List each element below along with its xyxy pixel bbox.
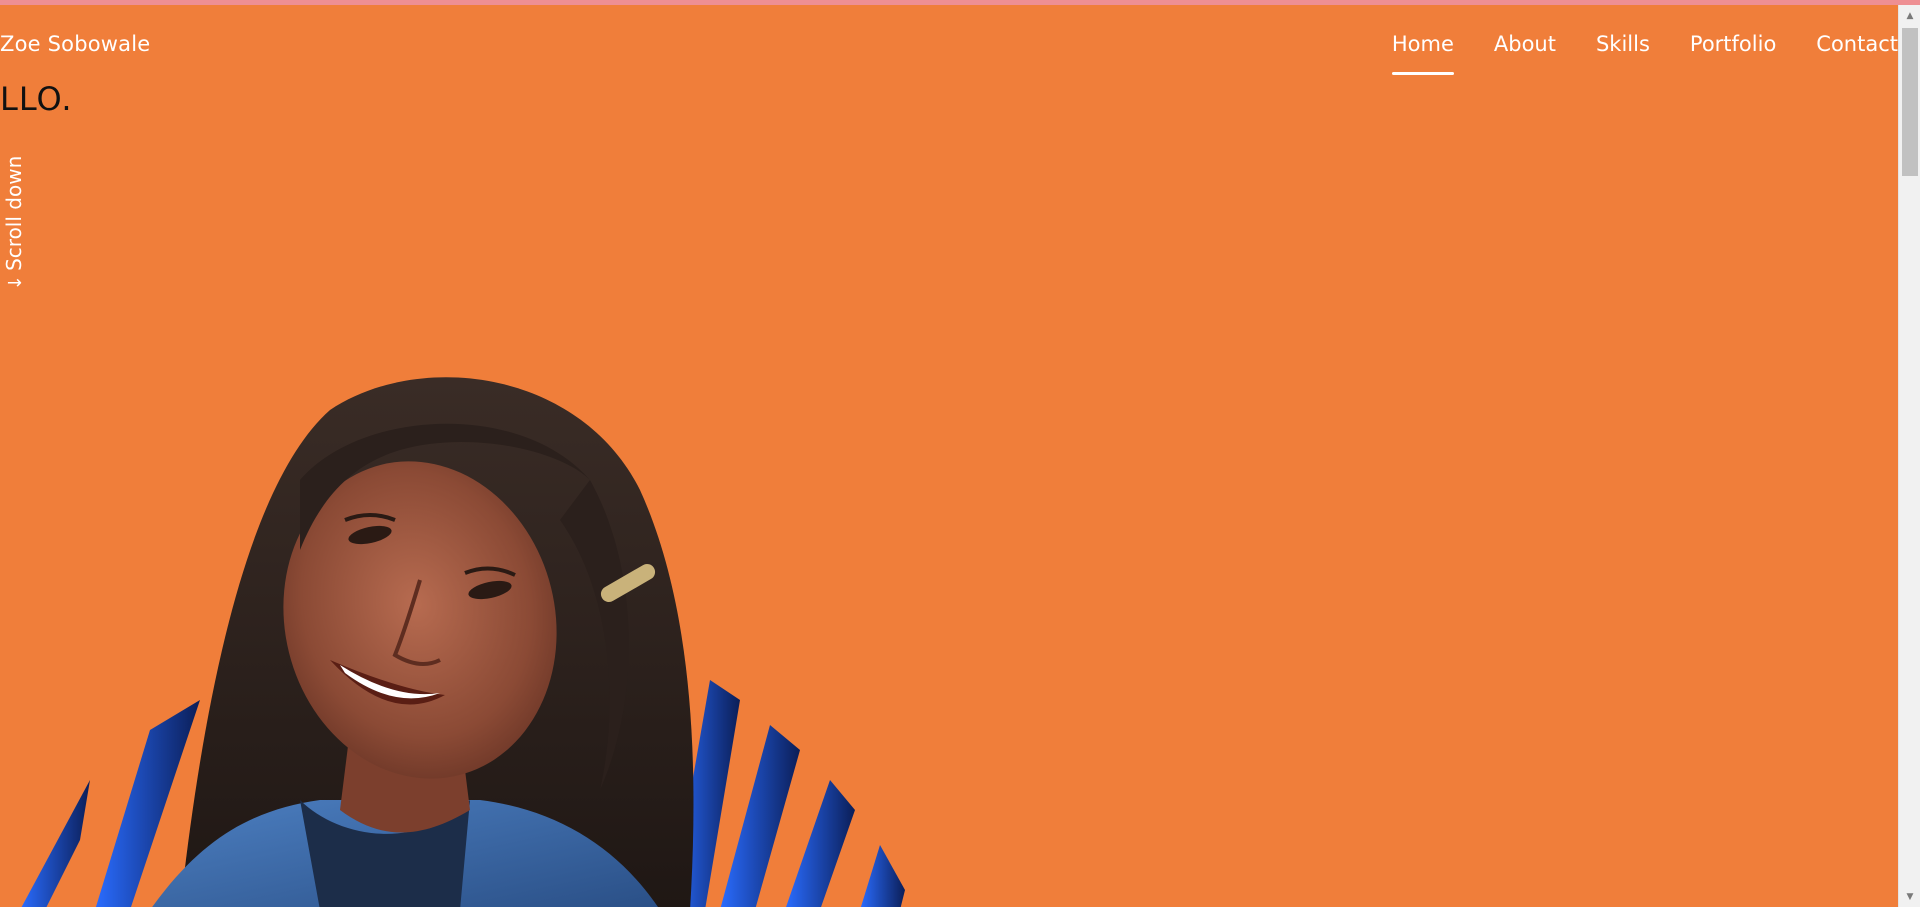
decorative-stripes-right (670, 680, 905, 907)
nav-about[interactable]: About (1474, 32, 1576, 56)
nav-contact[interactable]: Contact (1796, 32, 1898, 56)
arrow-down-icon: ← (6, 271, 22, 293)
nav-portfolio[interactable]: Portfolio (1670, 32, 1796, 56)
scroll-down-label: Scroll down (2, 155, 26, 271)
hero-section: Zoe Sobowale Home About Skills Portfolio… (0, 0, 1898, 907)
hero-greeting: LLO. (0, 80, 73, 118)
top-accent-strip (0, 0, 1920, 5)
page-scrollbar[interactable]: ▲ ▼ (1898, 0, 1920, 907)
scroll-down-link[interactable]: ← Scroll down (2, 155, 26, 293)
page: Zoe Sobowale Home About Skills Portfolio… (0, 0, 1920, 907)
portrait-illustration (21, 377, 905, 907)
decorative-stripes-left (21, 700, 200, 907)
site-logo[interactable]: Zoe Sobowale (0, 32, 150, 56)
scrollbar-thumb[interactable] (1902, 28, 1918, 176)
main-nav: Home About Skills Portfolio Contact (1372, 32, 1898, 75)
scroll-down-icon[interactable]: ▼ (1899, 887, 1920, 907)
nav-skills[interactable]: Skills (1576, 32, 1670, 56)
nav-home[interactable]: Home (1372, 32, 1474, 75)
scroll-up-icon[interactable]: ▲ (1899, 6, 1920, 26)
